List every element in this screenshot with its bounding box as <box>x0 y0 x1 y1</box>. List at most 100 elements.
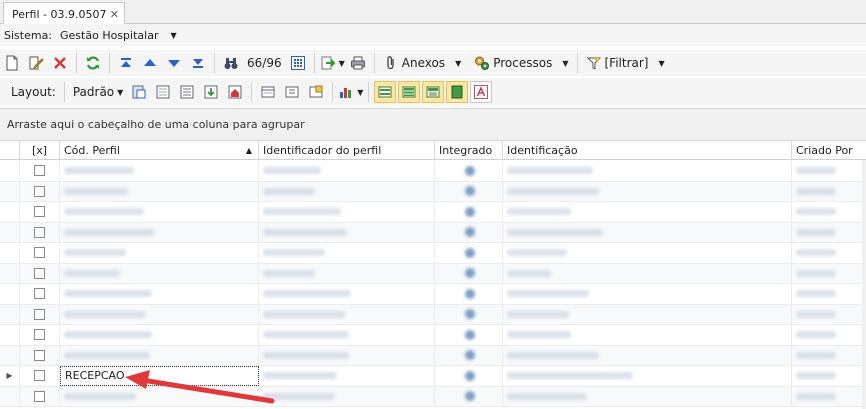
view-mode-3-button[interactable] <box>422 81 445 103</box>
cell-identificacao[interactable] <box>503 325 792 345</box>
row-checkbox[interactable] <box>34 267 45 279</box>
cell-cod-perfil[interactable] <box>60 222 259 242</box>
table-row[interactable] <box>0 243 866 264</box>
table-row[interactable] <box>0 304 866 325</box>
cell-cod-perfil[interactable] <box>60 243 259 263</box>
table-row[interactable] <box>0 325 866 346</box>
field-chooser-button[interactable] <box>281 81 303 103</box>
layout-save-button[interactable] <box>128 81 150 103</box>
cell-integrado[interactable] <box>435 366 503 386</box>
group-by-panel[interactable]: Arraste aqui o cabeçalho de uma coluna p… <box>0 108 866 141</box>
find-button[interactable] <box>220 52 242 74</box>
vertical-scrollbar[interactable] <box>862 160 866 409</box>
cell-integrado[interactable] <box>435 386 503 406</box>
layout-home-button[interactable] <box>224 81 246 103</box>
chevron-down-icon[interactable]: ▼ <box>170 31 176 40</box>
cell-identificacao[interactable] <box>503 181 792 201</box>
next-record-button[interactable] <box>163 52 185 74</box>
column-header-identificador[interactable]: Identificador do perfil <box>259 141 435 159</box>
cell-integrado[interactable] <box>435 325 503 345</box>
cell-cod-perfil[interactable] <box>60 386 259 406</box>
table-row[interactable] <box>0 386 866 407</box>
refresh-button[interactable] <box>82 52 104 74</box>
cell-integrado[interactable] <box>435 222 503 242</box>
cell-criado-por[interactable] <box>792 366 866 386</box>
cell-identificador[interactable] <box>259 284 435 304</box>
column-header-identificacao[interactable]: Identificação <box>503 141 792 159</box>
cell-identificacao[interactable] <box>503 366 792 386</box>
layout-select[interactable]: Padrão ▼ <box>70 81 126 103</box>
print-button[interactable] <box>347 52 369 74</box>
cell-criado-por[interactable] <box>792 243 866 263</box>
cell-identificacao[interactable] <box>503 263 792 283</box>
row-checkbox[interactable] <box>34 185 45 197</box>
cell-identificador[interactable] <box>259 243 435 263</box>
chevron-down-icon[interactable]: ▼ <box>455 59 461 68</box>
columns-button[interactable] <box>257 81 279 103</box>
table-row[interactable] <box>0 345 866 366</box>
chevron-down-icon[interactable]: ▼ <box>357 88 363 97</box>
cell-cod-perfil[interactable] <box>60 263 259 283</box>
chevron-down-icon[interactable]: ▼ <box>659 59 665 68</box>
table-row[interactable] <box>0 263 866 284</box>
new-record-button[interactable] <box>1 52 23 74</box>
first-record-button[interactable] <box>115 52 137 74</box>
row-checkbox[interactable] <box>34 206 45 218</box>
close-tab-icon[interactable]: ✕ <box>110 8 119 21</box>
cell-criado-por[interactable] <box>792 161 866 181</box>
row-checkbox[interactable] <box>34 165 45 177</box>
cell-identificador[interactable] <box>259 325 435 345</box>
cell-criado-por[interactable] <box>792 304 866 324</box>
last-record-button[interactable] <box>187 52 209 74</box>
table-row[interactable] <box>0 284 866 305</box>
delete-record-button[interactable] <box>49 52 71 74</box>
cell-cod-perfil[interactable] <box>60 284 259 304</box>
cell-identificacao[interactable] <box>503 202 792 222</box>
row-checkbox[interactable] <box>34 247 45 259</box>
cell-integrado[interactable] <box>435 243 503 263</box>
chevron-down-icon[interactable]: ▼ <box>339 59 345 68</box>
table-row[interactable] <box>0 161 866 182</box>
cell-criado-por[interactable] <box>792 325 866 345</box>
cell-identificador[interactable] <box>259 366 435 386</box>
cell-criado-por[interactable] <box>792 263 866 283</box>
cell-cod-perfil[interactable] <box>60 304 259 324</box>
previous-record-button[interactable] <box>139 52 161 74</box>
cell-identificador[interactable] <box>259 304 435 324</box>
cell-identificador[interactable] <box>259 161 435 181</box>
chevron-down-icon[interactable]: ▼ <box>562 59 568 68</box>
column-header-check[interactable]: [x] <box>20 141 60 159</box>
cell-identificador[interactable] <box>259 386 435 406</box>
cell-identificador[interactable] <box>259 202 435 222</box>
cell-cod-perfil-focused[interactable]: RECEPCAO <box>60 366 259 386</box>
cell-criado-por[interactable] <box>792 284 866 304</box>
cell-integrado[interactable] <box>435 345 503 365</box>
row-checkbox[interactable] <box>34 308 45 320</box>
cell-criado-por[interactable] <box>792 181 866 201</box>
cell-identificador[interactable] <box>259 181 435 201</box>
table-row[interactable] <box>0 222 866 243</box>
cell-cod-perfil[interactable] <box>60 325 259 345</box>
row-checkbox[interactable] <box>34 329 45 341</box>
cell-identificador[interactable] <box>259 345 435 365</box>
row-checkbox[interactable] <box>34 370 45 382</box>
cell-integrado[interactable] <box>435 161 503 181</box>
export-button[interactable]: ▼ <box>320 52 345 74</box>
cell-identificacao[interactable] <box>503 304 792 324</box>
cell-integrado[interactable] <box>435 202 503 222</box>
column-header-cod-perfil[interactable]: Cód. Perfil ▲ <box>60 141 259 159</box>
column-header-integrado[interactable]: Integrado <box>435 141 503 159</box>
cell-integrado[interactable] <box>435 284 503 304</box>
cell-identificacao[interactable] <box>503 161 792 181</box>
cell-criado-por[interactable] <box>792 345 866 365</box>
notes-button[interactable] <box>305 81 327 103</box>
cell-cod-perfil[interactable] <box>60 345 259 365</box>
cell-criado-por[interactable] <box>792 386 866 406</box>
cell-cod-perfil[interactable] <box>60 161 259 181</box>
row-checkbox[interactable] <box>34 390 45 402</box>
grid-view-button[interactable] <box>287 52 309 74</box>
cell-identificacao[interactable] <box>503 222 792 242</box>
table-row[interactable] <box>0 202 866 223</box>
layout-copy-button[interactable] <box>152 81 174 103</box>
tab-perfil[interactable]: Perfil - 03.9.0507 ✕ <box>3 2 125 25</box>
